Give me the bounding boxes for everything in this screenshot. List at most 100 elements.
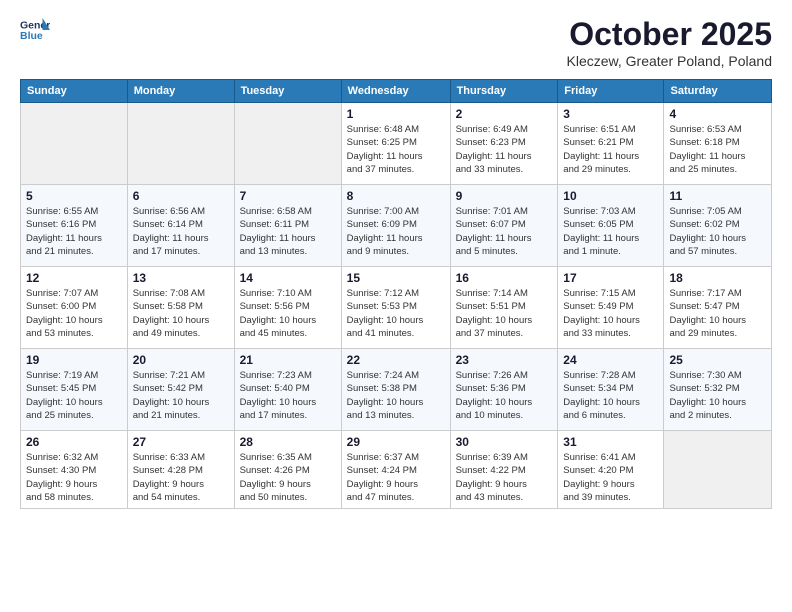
header-wednesday: Wednesday [341,80,450,103]
day-number: 30 [456,435,553,449]
day-info: Sunrise: 6:58 AM Sunset: 6:11 PM Dayligh… [240,205,336,258]
table-row: 18 Sunrise: 7:17 AM Sunset: 5:47 PM Dayli… [664,267,772,349]
month-title: October 2025 [567,16,772,53]
day-info: Sunrise: 7:03 AM Sunset: 6:05 PM Dayligh… [563,205,658,258]
day-number: 11 [669,189,766,203]
table-row: 29 Sunrise: 6:37 AM Sunset: 4:24 PM Dayli… [341,431,450,509]
table-row: 22 Sunrise: 7:24 AM Sunset: 5:38 PM Dayli… [341,349,450,431]
title-block: October 2025 Kleczew, Greater Poland, Po… [567,16,772,69]
day-number: 16 [456,271,553,285]
day-number: 26 [26,435,122,449]
table-row: 9 Sunrise: 7:01 AM Sunset: 6:07 PM Daylig… [450,185,558,267]
day-info: Sunrise: 7:17 AM Sunset: 5:47 PM Dayligh… [669,287,766,340]
table-row: 20 Sunrise: 7:21 AM Sunset: 5:42 PM Dayli… [127,349,234,431]
day-number: 4 [669,107,766,121]
day-number: 23 [456,353,553,367]
svg-text:Blue: Blue [20,30,43,42]
day-number: 13 [133,271,229,285]
day-number: 1 [347,107,445,121]
day-info: Sunrise: 6:55 AM Sunset: 6:16 PM Dayligh… [26,205,122,258]
day-info: Sunrise: 7:23 AM Sunset: 5:40 PM Dayligh… [240,369,336,422]
day-info: Sunrise: 7:01 AM Sunset: 6:07 PM Dayligh… [456,205,553,258]
table-row: 14Sunrise: 7:10 AM Sunset: 5:56 PM Dayli… [234,267,341,349]
day-number: 27 [133,435,229,449]
day-info: Sunrise: 7:24 AM Sunset: 5:38 PM Dayligh… [347,369,445,422]
table-row: 12 Sunrise: 7:07 AM Sunset: 6:00 PM Dayli… [21,267,128,349]
day-number: 20 [133,353,229,367]
day-info: Sunrise: 6:37 AM Sunset: 4:24 PM Dayligh… [347,451,445,504]
day-number: 7 [240,189,336,203]
day-info: Sunrise: 7:26 AM Sunset: 5:36 PM Dayligh… [456,369,553,422]
day-number: 18 [669,271,766,285]
day-number: 9 [456,189,553,203]
day-info: Sunrise: 7:14 AM Sunset: 5:51 PM Dayligh… [456,287,553,340]
day-info: Sunrise: 7:12 AM Sunset: 5:53 PM Dayligh… [347,287,445,340]
table-row: 27 Sunrise: 6:33 AM Sunset: 4:28 PM Dayli… [127,431,234,509]
day-number: 31 [563,435,658,449]
day-number: 6 [133,189,229,203]
table-row: 1 Sunrise: 6:48 AM Sunset: 6:25 PM Daylig… [341,103,450,185]
day-info: Sunrise: 7:28 AM Sunset: 5:34 PM Dayligh… [563,369,658,422]
table-row: 4 Sunrise: 6:53 AM Sunset: 6:18 PM Daylig… [664,103,772,185]
table-row: 13 Sunrise: 7:08 AM Sunset: 5:58 PM Dayli… [127,267,234,349]
day-info: Sunrise: 7:30 AM Sunset: 5:32 PM Dayligh… [669,369,766,422]
day-info: Sunrise: 7:19 AM Sunset: 5:45 PM Dayligh… [26,369,122,422]
day-info: Sunrise: 6:33 AM Sunset: 4:28 PM Dayligh… [133,451,229,504]
table-row: 8 Sunrise: 7:00 AM Sunset: 6:09 PM Daylig… [341,185,450,267]
day-info: Sunrise: 7:07 AM Sunset: 6:00 PM Dayligh… [26,287,122,340]
table-row: 2 Sunrise: 6:49 AM Sunset: 6:23 PM Daylig… [450,103,558,185]
day-number: 19 [26,353,122,367]
day-info: Sunrise: 7:05 AM Sunset: 6:02 PM Dayligh… [669,205,766,258]
day-number: 2 [456,107,553,121]
day-info: Sunrise: 7:08 AM Sunset: 5:58 PM Dayligh… [133,287,229,340]
table-row: 23 Sunrise: 7:26 AM Sunset: 5:36 PM Dayli… [450,349,558,431]
table-row: 10 Sunrise: 7:03 AM Sunset: 6:05 PM Dayli… [558,185,664,267]
day-info: Sunrise: 6:48 AM Sunset: 6:25 PM Dayligh… [347,123,445,176]
day-number: 24 [563,353,658,367]
day-number: 21 [240,353,336,367]
page-container: General Blue October 2025 Kleczew, Great… [0,0,792,519]
calendar-header-row: Sunday Monday Tuesday Wednesday Thursday… [21,80,772,103]
day-info: Sunrise: 6:32 AM Sunset: 4:30 PM Dayligh… [26,451,122,504]
day-info: Sunrise: 7:21 AM Sunset: 5:42 PM Dayligh… [133,369,229,422]
table-row: 11 Sunrise: 7:05 AM Sunset: 6:02 PM Dayli… [664,185,772,267]
day-number: 29 [347,435,445,449]
day-info: Sunrise: 7:10 AM Sunset: 5:56 PM Dayligh… [240,287,336,340]
header: General Blue October 2025 Kleczew, Great… [20,16,772,69]
table-row [21,103,128,185]
table-row: 15 Sunrise: 7:12 AM Sunset: 5:53 PM Dayli… [341,267,450,349]
day-info: Sunrise: 6:51 AM Sunset: 6:21 PM Dayligh… [563,123,658,176]
header-thursday: Thursday [450,80,558,103]
table-row: 16 Sunrise: 7:14 AM Sunset: 5:51 PM Dayli… [450,267,558,349]
table-row: 31Sunrise: 6:41 AM Sunset: 4:20 PM Dayli… [558,431,664,509]
calendar-table: Sunday Monday Tuesday Wednesday Thursday… [20,79,772,509]
day-info: Sunrise: 7:15 AM Sunset: 5:49 PM Dayligh… [563,287,658,340]
table-row [664,431,772,509]
day-number: 12 [26,271,122,285]
table-row: 24 Sunrise: 7:28 AM Sunset: 5:34 PM Dayli… [558,349,664,431]
header-saturday: Saturday [664,80,772,103]
table-row: 3 Sunrise: 6:51 AM Sunset: 6:21 PM Daylig… [558,103,664,185]
day-number: 8 [347,189,445,203]
day-number: 5 [26,189,122,203]
day-info: Sunrise: 7:00 AM Sunset: 6:09 PM Dayligh… [347,205,445,258]
table-row: 26 Sunrise: 6:32 AM Sunset: 4:30 PM Dayli… [21,431,128,509]
table-row: 21 Sunrise: 7:23 AM Sunset: 5:40 PM Dayli… [234,349,341,431]
day-number: 17 [563,271,658,285]
table-row: 7 Sunrise: 6:58 AM Sunset: 6:11 PM Daylig… [234,185,341,267]
day-info: Sunrise: 6:49 AM Sunset: 6:23 PM Dayligh… [456,123,553,176]
day-info: Sunrise: 6:53 AM Sunset: 6:18 PM Dayligh… [669,123,766,176]
day-number: 10 [563,189,658,203]
day-number: 15 [347,271,445,285]
location-subtitle: Kleczew, Greater Poland, Poland [567,53,772,69]
day-number: 22 [347,353,445,367]
day-number: 3 [563,107,658,121]
logo-icon: General Blue [20,16,50,44]
table-row: 25Sunrise: 7:30 AM Sunset: 5:32 PM Dayli… [664,349,772,431]
header-sunday: Sunday [21,80,128,103]
table-row: 5 Sunrise: 6:55 AM Sunset: 6:16 PM Daylig… [21,185,128,267]
table-row: 17 Sunrise: 7:15 AM Sunset: 5:49 PM Dayli… [558,267,664,349]
logo: General Blue [20,16,52,44]
header-tuesday: Tuesday [234,80,341,103]
header-friday: Friday [558,80,664,103]
